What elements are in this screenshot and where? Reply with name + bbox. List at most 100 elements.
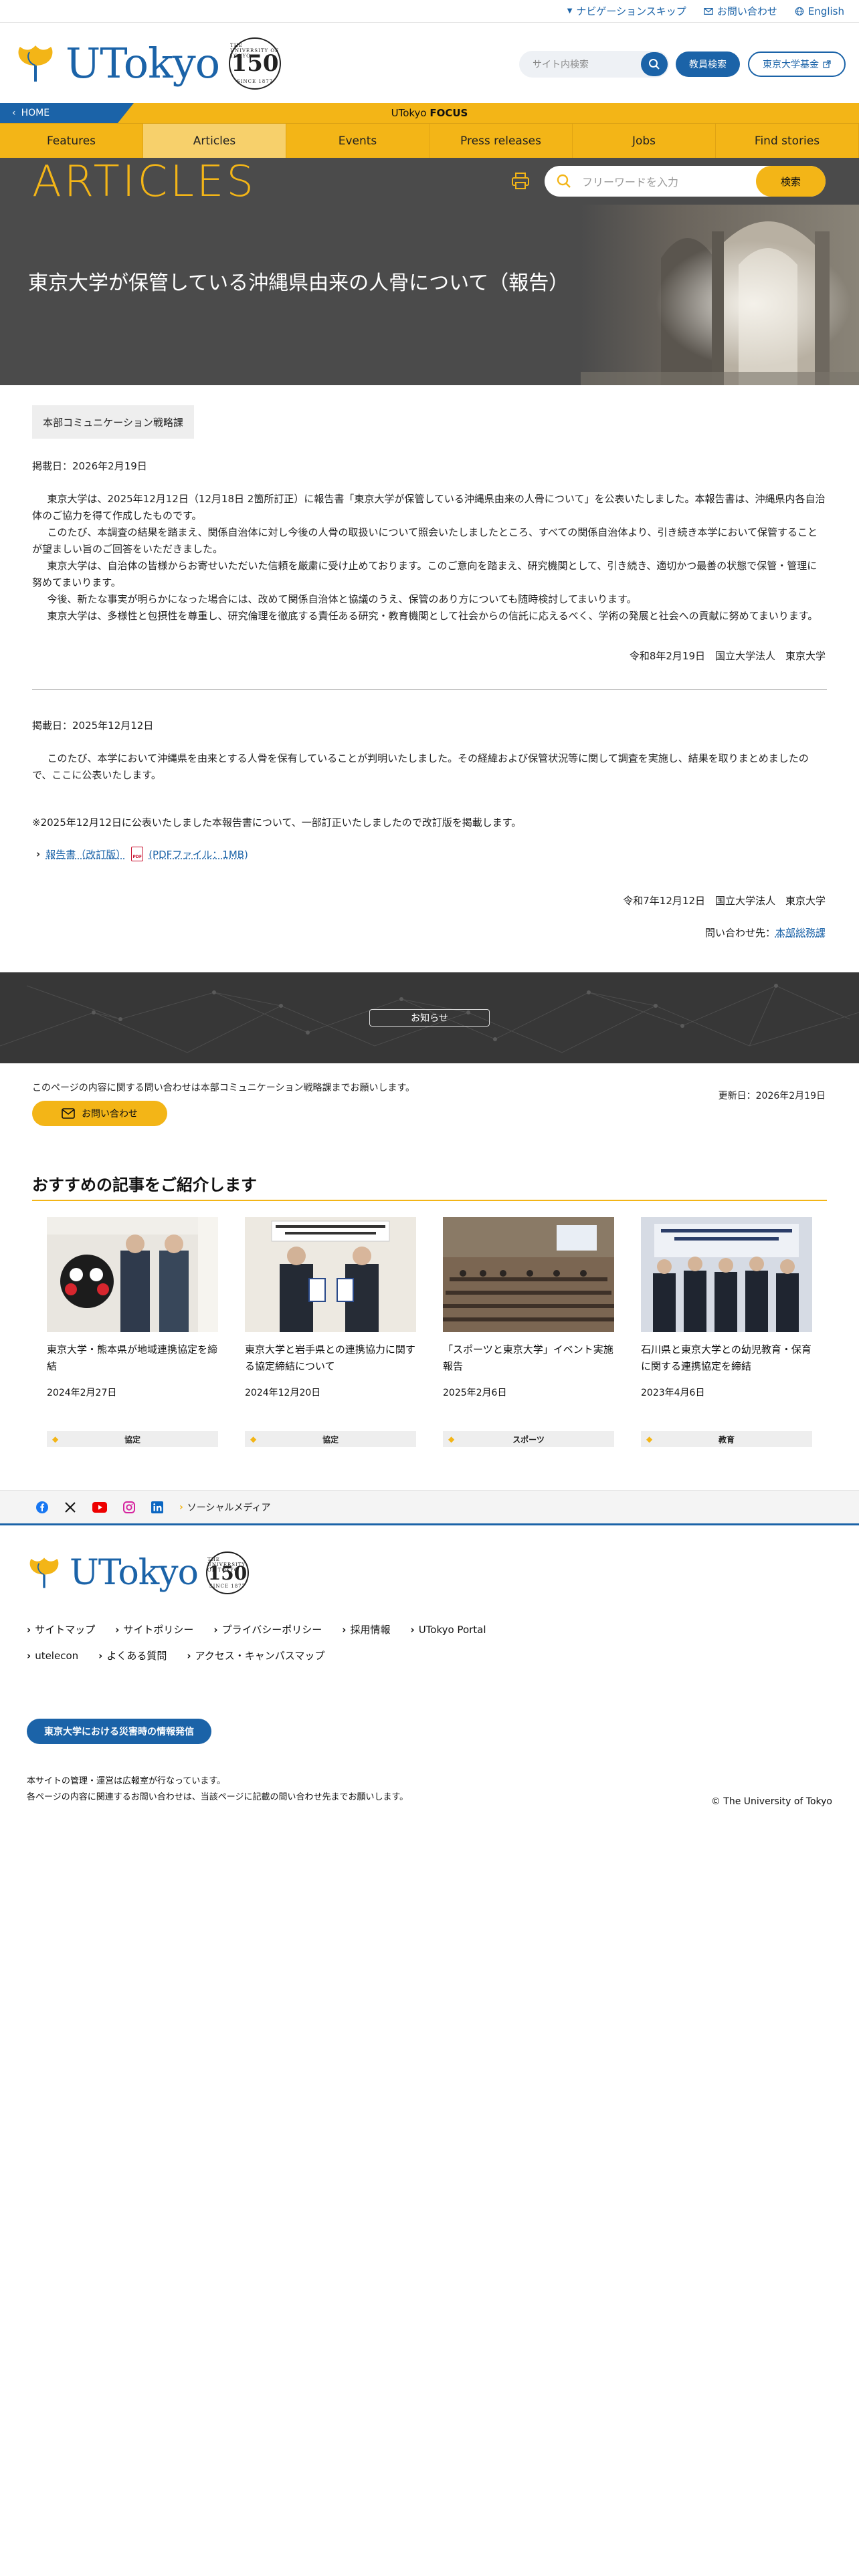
- logo-wordmark: UTokyo: [66, 39, 220, 88]
- logo-wordmark: UTokyo: [70, 1553, 199, 1593]
- article-body: 本部コミュニケーション戦略課 掲載日：2026年2月19日 東京大学は、2025…: [0, 385, 859, 974]
- inquiry-button[interactable]: お問い合わせ: [32, 1101, 167, 1126]
- utility-bar: ▼ ナビゲーションスキップ お問い合わせ English: [0, 0, 859, 23]
- footer-link-recruit[interactable]: 採用情報: [342, 1622, 390, 1636]
- footer-links: サイトマップ サイトポリシー プライバシーポリシー 採用情報 UTokyo Po…: [27, 1622, 495, 1662]
- recommended-title: おすすめの記事をご紹介します: [32, 1176, 257, 1194]
- revision-note: ※2025年12月12日に公表いたしました本報告書について、一部訂正いたしました…: [32, 817, 522, 829]
- footer-link-faq[interactable]: よくある質問: [98, 1648, 167, 1662]
- article-paragraphs: 東京大学は、2025年12月12日（12月18日 2箇所訂正）に報告書「東京大学…: [32, 491, 827, 625]
- recommended-card[interactable]: 「スポーツと東京大学」イベント実施報告 2025年2月6日 ◆ スポーツ: [443, 1217, 614, 1447]
- recommended-card[interactable]: 東京大学と岩手県との連携協力に関する協定締結について 2024年12月20日 ◆…: [245, 1217, 416, 1447]
- staff-search-button[interactable]: 教員検索: [676, 51, 740, 77]
- card-tag: ◆ 協定: [47, 1431, 218, 1447]
- search-icon: [557, 174, 571, 188]
- article-paragraphs: このたび、本学において沖縄県を由来とする人骨を保有していることが判明いたしました…: [32, 750, 827, 784]
- footer-link-site-policy[interactable]: サイトポリシー: [115, 1622, 193, 1636]
- article-title: 東京大学が保管している沖縄県由来の人骨について（報告）: [28, 272, 569, 295]
- nav-find-stories[interactable]: Find stories: [716, 124, 859, 158]
- english-link[interactable]: English: [795, 5, 844, 17]
- report-download-link[interactable]: › 報告書（改訂版） PDF (PDFファイル：1MB): [36, 847, 248, 861]
- ginkgo-logo-icon: [29, 1558, 59, 1588]
- nav-events[interactable]: Events: [286, 124, 430, 158]
- caret-down-icon: ▼: [567, 7, 573, 15]
- article-search-button[interactable]: 検索: [756, 166, 826, 197]
- footer-link-utelecon[interactable]: utelecon: [27, 1648, 78, 1662]
- tag-icon: ◆: [448, 1434, 455, 1444]
- footer-link-portal[interactable]: UTokyo Portal: [411, 1622, 486, 1636]
- card-tag: ◆ 教育: [641, 1431, 812, 1447]
- inquiry-line: 問い合わせ先：本部総務課: [704, 927, 826, 939]
- paragraph: このたび、本調査の結果を踏まえ、関係自治体に対し今後の人骨の取扱いについて照会い…: [32, 526, 818, 555]
- signature: 令和8年2月19日 国立大学法人 東京大学: [629, 650, 826, 662]
- section-title: ARTICLES: [32, 157, 256, 207]
- posted-date: 掲載日：2025年12月12日: [32, 720, 154, 732]
- articles-band: ARTICLES フリーワードを入力 検索: [0, 158, 859, 205]
- youtube-icon[interactable]: [92, 1501, 107, 1513]
- updated-date: 更新日：2026年2月19日: [718, 1091, 826, 1101]
- external-link-icon: [823, 60, 831, 68]
- recommended-card[interactable]: 東京大学・熊本県が地域連携協定を締結 2024年2月27日 ◆ 協定: [47, 1217, 218, 1447]
- news-band: お知らせ: [0, 972, 859, 1063]
- card-date: 2024年12月20日: [245, 1388, 321, 1398]
- x-icon[interactable]: [64, 1501, 76, 1513]
- focus-label: UTokyo FOCUS: [391, 107, 468, 119]
- nav-press-releases[interactable]: Press releases: [430, 124, 573, 158]
- instagram-icon[interactable]: [123, 1501, 135, 1513]
- home-link[interactable]: ‹ HOME: [0, 103, 134, 123]
- mail-icon: [62, 1108, 75, 1119]
- nav-jobs[interactable]: Jobs: [573, 124, 716, 158]
- anniversary-seal: THE UNIVERSITY OF TOKYO 150 SINCE 1877: [229, 37, 282, 90]
- recommended-card[interactable]: 石川県と東京大学との幼児教育・保育に関する連携協定を締結 2023年4月6日 ◆…: [641, 1217, 812, 1447]
- posted-date: 掲載日：2026年2月19日: [32, 460, 147, 472]
- footer-link-privacy[interactable]: プライバシーポリシー: [213, 1622, 322, 1636]
- paragraph: 東京大学は、2025年12月12日（12月18日 2箇所訂正）に報告書「東京大学…: [32, 493, 826, 522]
- fund-button[interactable]: 東京大学基金: [748, 51, 846, 77]
- footer-link-access[interactable]: アクセス・キャンパスマップ: [187, 1648, 325, 1662]
- footer-link-sitemap[interactable]: サイトマップ: [27, 1622, 95, 1636]
- disaster-info-button[interactable]: 東京大学における災害時の情報発信: [27, 1719, 211, 1744]
- footer-logo[interactable]: UTokyo THE UNIVERSITY OF TOKYO 150 SINCE…: [27, 1551, 249, 1594]
- mail-icon: [704, 7, 713, 15]
- department-badge: 本部コミュニケーション戦略課: [32, 405, 194, 439]
- card-title: 東京大学と岩手県との連携協力に関する協定締結について: [245, 1344, 415, 1372]
- social-media-link[interactable]: › ソーシャルメディア: [179, 1501, 271, 1514]
- card-image: [641, 1217, 812, 1332]
- footer-divider: [0, 1523, 859, 1525]
- card-date: 2024年2月27日: [47, 1388, 117, 1398]
- chevron-left-icon: ‹: [12, 108, 16, 118]
- nav-features[interactable]: Features: [0, 124, 143, 158]
- card-tag: ◆ 協定: [245, 1431, 416, 1447]
- nav-articles[interactable]: Articles: [143, 124, 286, 158]
- anniversary-seal: THE UNIVERSITY OF TOKYO 150 SINCE 1877: [205, 1551, 249, 1594]
- divider: [32, 689, 827, 690]
- site-logo[interactable]: UTokyo THE UNIVERSITY OF TOKYO 150 SINCE…: [15, 37, 282, 90]
- card-title: 東京大学・熊本県が地域連携協定を締結: [47, 1344, 218, 1372]
- copyright: © The University of Tokyo: [710, 1796, 832, 1807]
- article-hero: 東京大学が保管している沖縄県由来の人骨について（報告）: [0, 205, 859, 385]
- news-button[interactable]: お知らせ: [369, 1009, 490, 1027]
- card-image: [245, 1217, 416, 1332]
- tag-icon: ◆: [52, 1434, 59, 1444]
- footer-note: 本サイトの管理・運営は広報室が行なっています。 各ページの内容に関連するお問い合…: [27, 1776, 409, 1802]
- linkedin-icon[interactable]: [151, 1501, 163, 1513]
- recommended-underline: [32, 1200, 827, 1201]
- facebook-icon[interactable]: [36, 1501, 48, 1513]
- skip-nav-link[interactable]: ▼ ナビゲーションスキップ: [567, 4, 686, 18]
- hero-image: [581, 205, 859, 385]
- chevron-right-icon: ›: [36, 848, 41, 860]
- contact-link[interactable]: お問い合わせ: [704, 4, 777, 18]
- card-title: 「スポーツと東京大学」イベント実施報告: [443, 1344, 613, 1372]
- page: ▼ ナビゲーションスキップ お問い合わせ English UTokyo THE …: [0, 0, 859, 2576]
- tag-icon: ◆: [250, 1434, 257, 1444]
- tag-icon: ◆: [646, 1434, 653, 1444]
- card-date: 2025年2月6日: [443, 1388, 507, 1398]
- ginkgo-logo-icon: [18, 45, 53, 82]
- print-icon[interactable]: [511, 173, 530, 190]
- search-icon: [649, 59, 660, 70]
- paragraph: 東京大学は、多様性と包摂性を尊重し、研究倫理を徹底する責任ある研究・教育機関とし…: [47, 610, 818, 622]
- paragraph: このたび、本学において沖縄県を由来とする人骨を保有していることが判明いたしました…: [32, 752, 809, 781]
- inquiry-link[interactable]: 本部総務課: [775, 927, 826, 939]
- site-search-button[interactable]: [641, 52, 668, 76]
- card-title: 石川県と東京大学との幼児教育・保育に関する連携協定を締結: [641, 1344, 812, 1372]
